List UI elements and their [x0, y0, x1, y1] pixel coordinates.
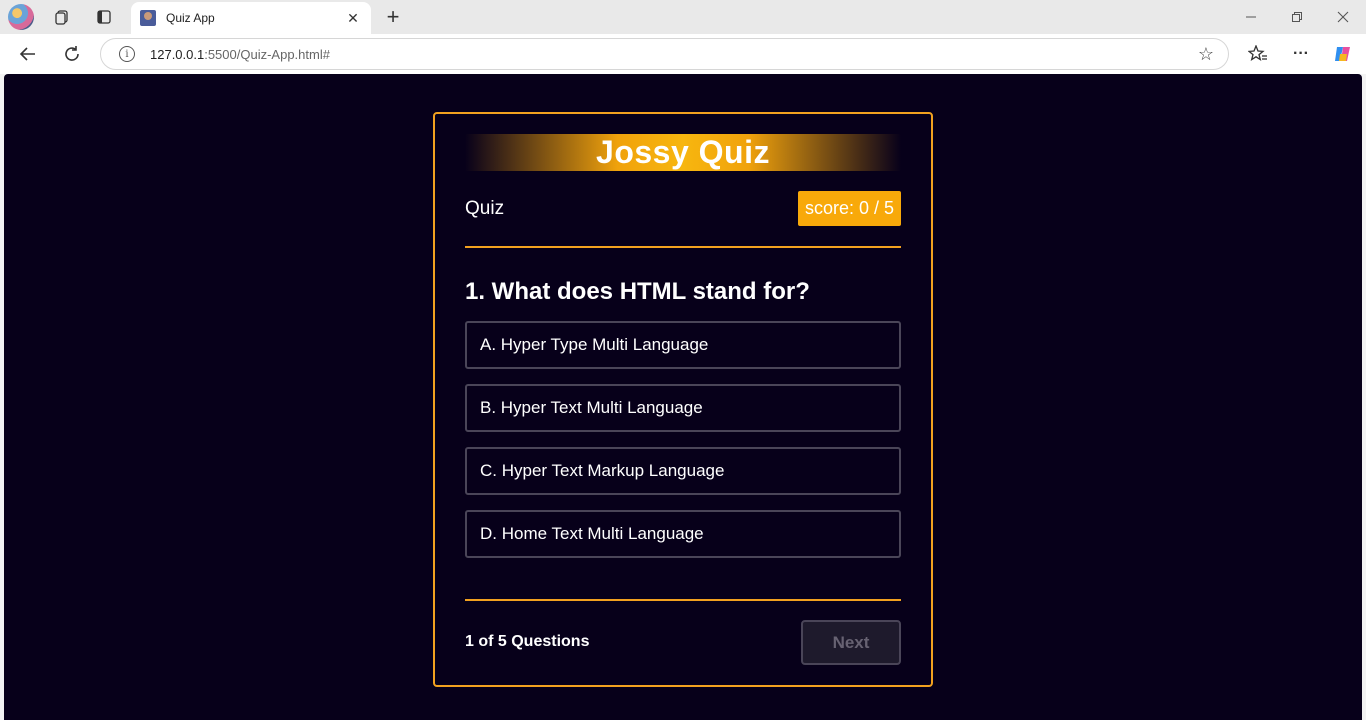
- question-counter: 1 of 5 Questions: [465, 633, 590, 650]
- page-viewport: Jossy Quiz Quiz score: 0 / 5 1. What doe…: [4, 74, 1362, 720]
- minimize-icon[interactable]: [1228, 0, 1274, 34]
- window-controls: [1228, 0, 1366, 34]
- browser-toolbar: i 127.0.0.1:5500/Quiz-App.html# ☆ ···: [0, 34, 1366, 74]
- profile-avatar[interactable]: [8, 4, 34, 30]
- question-text: 1. What does HTML stand for?: [465, 278, 810, 305]
- address-bar[interactable]: i 127.0.0.1:5500/Quiz-App.html# ☆: [100, 38, 1229, 70]
- reload-icon[interactable]: [60, 42, 84, 66]
- browser-tab-bar: Quiz App ✕ +: [0, 0, 1366, 34]
- answer-option-d[interactable]: D. Home Text Multi Language: [465, 510, 901, 558]
- tab-actions-icon[interactable]: [92, 5, 116, 29]
- favorite-star-icon[interactable]: ☆: [1198, 44, 1214, 65]
- tab-favicon-icon: [140, 10, 156, 26]
- answer-option-a[interactable]: A. Hyper Type Multi Language: [465, 321, 901, 369]
- quiz-banner: Jossy Quiz: [465, 134, 901, 171]
- tab-title: Quiz App: [166, 11, 215, 25]
- site-info-icon[interactable]: i: [119, 46, 135, 62]
- quiz-section-label: Quiz: [465, 198, 505, 219]
- restore-icon[interactable]: [1274, 0, 1320, 34]
- quiz-card: Jossy Quiz Quiz score: 0 / 5 1. What doe…: [433, 112, 933, 687]
- quiz-brand-title: Jossy Quiz: [596, 134, 770, 170]
- workspaces-icon[interactable]: [50, 5, 74, 29]
- browser-tab[interactable]: Quiz App ✕: [131, 2, 371, 34]
- top-divider: [465, 246, 901, 248]
- next-button[interactable]: Next: [801, 620, 901, 665]
- copilot-icon[interactable]: [1331, 42, 1355, 66]
- new-tab-icon[interactable]: +: [381, 4, 405, 29]
- close-window-icon[interactable]: [1320, 0, 1366, 34]
- answer-option-c[interactable]: C. Hyper Text Markup Language: [465, 447, 901, 495]
- more-options-icon[interactable]: ···: [1289, 42, 1313, 66]
- answer-option-b[interactable]: B. Hyper Text Multi Language: [465, 384, 901, 432]
- score-badge: score: 0 / 5: [797, 191, 901, 226]
- url-text: 127.0.0.1:5500/Quiz-App.html#: [150, 46, 330, 62]
- favorites-icon[interactable]: [1246, 42, 1270, 66]
- bottom-divider: [465, 599, 901, 601]
- close-tab-icon[interactable]: ✕: [341, 6, 365, 30]
- back-arrow-icon[interactable]: [16, 42, 40, 66]
